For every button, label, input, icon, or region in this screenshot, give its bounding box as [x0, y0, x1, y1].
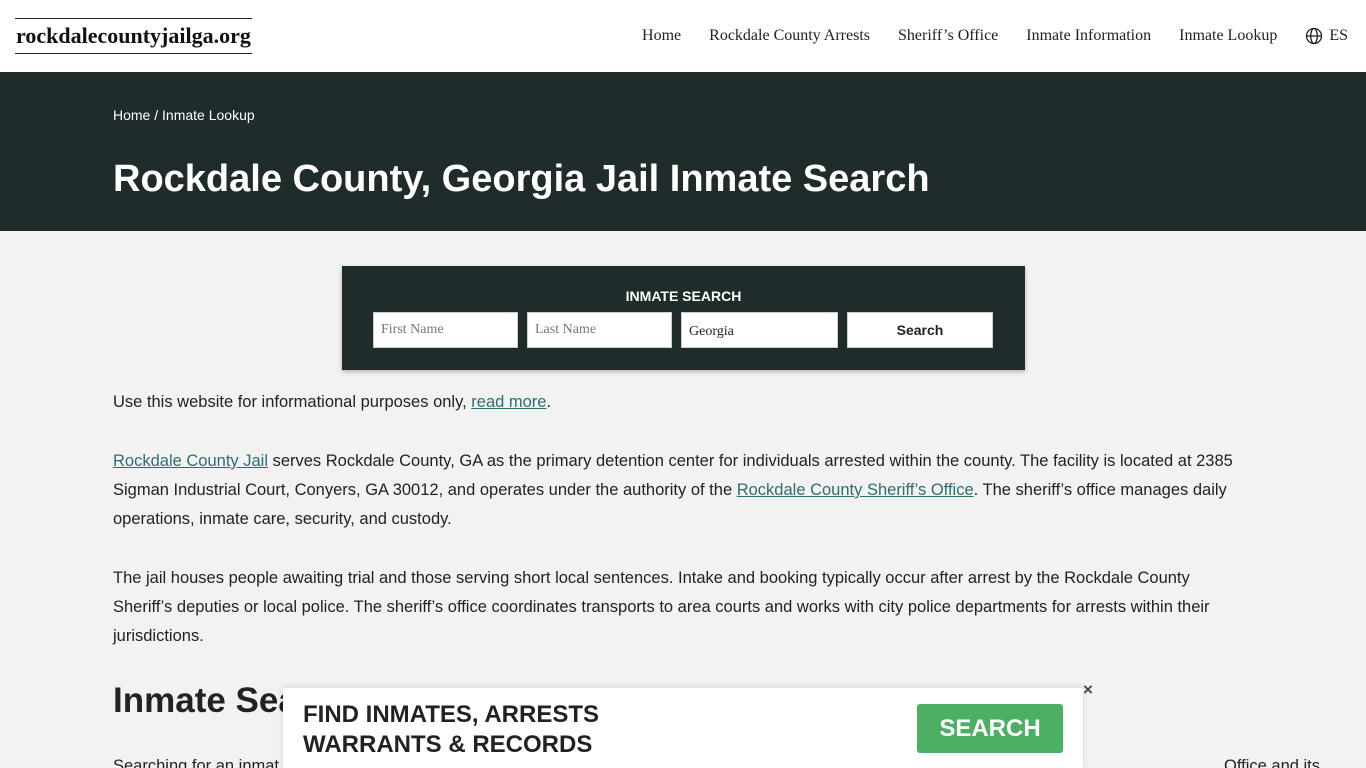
breadcrumb-home[interactable]: Home — [113, 107, 150, 123]
ad-line-2: WARRANTS & RECORDS — [303, 731, 593, 758]
search-button[interactable]: Search — [847, 312, 993, 348]
site-header: rockdalecountyjailga.org Home Rockdale C… — [0, 0, 1366, 72]
breadcrumb-current[interactable]: Inmate Lookup — [162, 107, 255, 123]
disclaimer-text: Use this website for informational purpo… — [113, 393, 472, 411]
disclaimer-end: . — [546, 393, 552, 411]
last-name-input[interactable] — [527, 312, 672, 348]
nav-home[interactable]: Home — [642, 27, 681, 45]
sticky-ad-banner: FIND INMATES, ARRESTS WARRANTS & RECORDS… — [283, 688, 1083, 768]
nav-inmate-lookup[interactable]: Inmate Lookup — [1179, 27, 1277, 45]
inmate-search-heading: Inmate Sea — [113, 681, 298, 720]
inmate-search-title: INMATE SEARCH — [625, 288, 742, 304]
nav-rockdale-county-arrests[interactable]: Rockdale County Arrests — [709, 27, 870, 45]
ad-search-button[interactable]: SEARCH — [917, 704, 1063, 753]
site-logo[interactable]: rockdalecountyjailga.org — [15, 18, 252, 54]
ad-line-1: FIND INMATES, ARRESTS — [303, 701, 600, 728]
close-icon[interactable]: × — [1083, 680, 1093, 700]
breadcrumb: Home / Inmate Lookup — [113, 107, 255, 123]
nav-inmate-information[interactable]: Inmate Information — [1026, 27, 1151, 45]
disclaimer-paragraph: Use this website for informational purpo… — [113, 388, 551, 417]
globe-icon — [1306, 27, 1323, 45]
state-select[interactable]: Georgia — [681, 312, 838, 348]
first-name-input[interactable] — [373, 312, 518, 348]
inmate-search-form: INMATE SEARCH Georgia Search — [342, 266, 1025, 370]
state-select-value: Georgia — [689, 324, 734, 339]
nav-sheriffs-office[interactable]: Sheriff’s Office — [898, 27, 998, 45]
searching-paragraph-start: Searching for an inmat — [113, 757, 280, 768]
language-switch[interactable]: ES — [1305, 27, 1348, 45]
rockdale-county-jail-link[interactable]: Rockdale County Jail — [113, 452, 268, 470]
read-more-link[interactable]: read more — [471, 393, 546, 411]
breadcrumb-separator: / — [150, 107, 163, 123]
main-nav: Home Rockdale County Arrests Sheriff’s O… — [614, 0, 1348, 72]
page-title: Rockdale County, Georgia Jail Inmate Sea… — [113, 158, 930, 200]
hero-banner: Home / Inmate Lookup Rockdale County, Ge… — [0, 72, 1366, 231]
ad-headline: FIND INMATES, ARRESTS WARRANTS & RECORDS — [303, 700, 599, 760]
jail-housing-paragraph: The jail houses people awaiting trial an… — [113, 569, 1210, 645]
searching-paragraph-end: Office and its — [1224, 757, 1321, 768]
language-label: ES — [1329, 27, 1348, 44]
sheriffs-office-link[interactable]: Rockdale County Sheriff’s Office — [737, 481, 974, 499]
jail-overview-paragraph: Rockdale County Jail serves Rockdale Cou… — [113, 447, 1253, 534]
